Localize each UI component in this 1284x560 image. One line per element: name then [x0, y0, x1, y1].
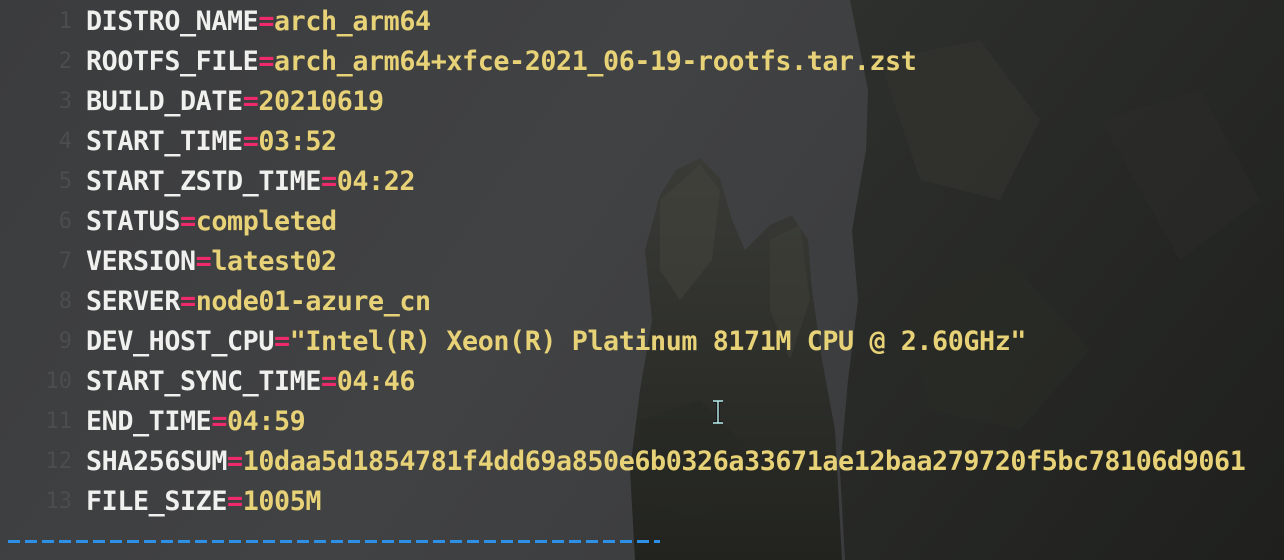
variable-value: node01-azure_cn	[195, 286, 431, 317]
assignment-operator: =	[274, 326, 290, 357]
code-text[interactable]: SERVER=node01-azure_cn	[86, 286, 431, 318]
line-number: 8	[58, 289, 72, 314]
variable-name: FILE_SIZE	[86, 486, 228, 517]
variable-name: SERVER	[86, 286, 181, 317]
code-line[interactable]: 12 SHA256SUM=10daa5d1854781f4dd69a850e6b0…	[0, 442, 1284, 482]
code-line[interactable]: 3 BUILD_DATE=20210619	[0, 82, 1284, 122]
code-line[interactable]: 7 VERSION=latest02	[0, 242, 1284, 282]
variable-value: "Intel(R) Xeon(R) Platinum 8171M CPU @ 2…	[289, 326, 1027, 357]
code-text[interactable]: VERSION=latest02	[86, 246, 337, 278]
code-text[interactable]: END_TIME=04:59	[86, 406, 306, 438]
code-text[interactable]: ROOTFS_FILE=arch_arm64+xfce-2021_06-19-r…	[86, 46, 917, 78]
code-line[interactable]: 11 END_TIME=04:59	[0, 402, 1284, 442]
code-line[interactable]: 2 ROOTFS_FILE=arch_arm64+xfce-2021_06-19-…	[0, 42, 1284, 82]
assignment-operator: =	[321, 366, 337, 397]
code-line[interactable]: 10 START_SYNC_TIME=04:46	[0, 362, 1284, 402]
code-text[interactable]: DEV_HOST_CPU="Intel(R) Xeon(R) Platinum …	[86, 326, 1026, 358]
code-text[interactable]: FILE_SIZE=1005M	[86, 486, 321, 518]
line-number: 6	[58, 209, 72, 234]
variable-value: arch_arm64+xfce-2021_06-19-rootfs.tar.zs…	[274, 46, 917, 77]
variable-name: START_ZSTD_TIME	[86, 166, 322, 197]
code-line[interactable]: 6 STATUS=completed	[0, 202, 1284, 242]
assignment-operator: =	[211, 406, 228, 437]
variable-value: 1005M	[242, 486, 322, 517]
code-line[interactable]: 8 SERVER=node01-azure_cn	[0, 282, 1284, 322]
code-line[interactable]: 5 START_ZSTD_TIME=04:22	[0, 162, 1284, 202]
code-text[interactable]: START_ZSTD_TIME=04:22	[86, 166, 415, 198]
variable-value: 10daa5d1854781f4dd69a850e6b0326a33671ae1…	[242, 446, 1246, 477]
assignment-operator: =	[195, 246, 212, 277]
assignment-operator: =	[258, 6, 275, 37]
variable-name: DEV_HOST_CPU	[86, 326, 275, 357]
line-number: 4	[58, 129, 72, 154]
editor-pane[interactable]: 1 DISTRO_NAME=arch_arm64 2 ROOTFS_FILE=arch…	[0, 0, 1284, 560]
variable-value: latest02	[211, 246, 337, 277]
assignment-operator: =	[180, 286, 196, 317]
assignment-operator: =	[180, 206, 196, 237]
code-text[interactable]: START_TIME=03:52	[86, 126, 337, 158]
code-line[interactable]: 1 DISTRO_NAME=arch_arm64	[0, 2, 1284, 42]
assignment-operator: =	[258, 46, 275, 77]
assignment-operator: =	[242, 126, 259, 157]
variable-name: STATUS	[86, 206, 181, 237]
code-text[interactable]: BUILD_DATE=20210619	[86, 86, 384, 118]
variable-value: 20210619	[258, 86, 384, 117]
code-text[interactable]: STATUS=completed	[86, 206, 337, 238]
variable-value: 04:46	[336, 366, 416, 397]
variable-value: completed	[195, 206, 337, 237]
variable-name: SHA256SUM	[86, 446, 228, 477]
code-text[interactable]: START_SYNC_TIME=04:46	[86, 366, 415, 398]
code-text[interactable]: SHA256SUM=10daa5d1854781f4dd69a850e6b032…	[86, 446, 1246, 478]
code-line[interactable]: 13 FILE_SIZE=1005M	[0, 482, 1284, 522]
variable-name: BUILD_DATE	[86, 86, 243, 117]
assignment-operator: =	[242, 86, 259, 117]
variable-name: START_TIME	[86, 126, 243, 157]
assignment-operator: =	[227, 446, 243, 477]
assignment-operator: =	[321, 166, 337, 197]
code-text[interactable]: DISTRO_NAME=arch_arm64	[86, 6, 431, 38]
line-number: 12	[45, 449, 73, 474]
line-number: 10	[45, 369, 73, 394]
line-number: 2	[58, 49, 72, 74]
line-number: 7	[58, 249, 72, 274]
variable-value: arch_arm64	[274, 6, 431, 37]
variable-name: ROOTFS_FILE	[86, 46, 259, 77]
variable-value: 04:22	[336, 166, 416, 197]
variable-name: DISTRO_NAME	[86, 6, 259, 37]
assignment-operator: =	[227, 486, 243, 517]
code-line[interactable]: 4 START_TIME=03:52	[0, 122, 1284, 162]
code-line[interactable]: 9 DEV_HOST_CPU="Intel(R) Xeon(R) Platinum…	[0, 322, 1284, 362]
variable-value: 04:59	[227, 406, 306, 437]
variable-value: 03:52	[258, 126, 337, 157]
line-number: 11	[45, 409, 73, 434]
variable-name: VERSION	[86, 246, 196, 277]
line-number: 9	[58, 329, 72, 354]
variable-name: END_TIME	[86, 406, 212, 437]
variable-name: START_SYNC_TIME	[86, 366, 322, 397]
line-number: 5	[58, 169, 72, 194]
line-number: 3	[58, 89, 72, 114]
line-number: 13	[45, 489, 73, 514]
line-number: 1	[58, 9, 72, 34]
